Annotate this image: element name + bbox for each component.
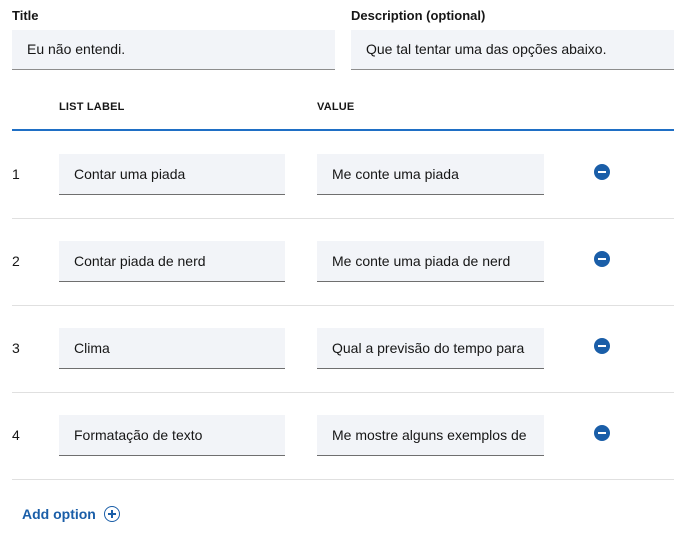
value-input[interactable]: Me conte uma piada de nerd [317,241,544,282]
row-number: 2 [12,253,20,269]
table-row: 4 Formatação de texto Me mostre alguns e… [12,392,674,480]
list-label-input[interactable]: Contar piada de nerd [59,241,285,282]
value-column-header: VALUE [317,101,355,113]
value-input[interactable]: Qual a previsão do tempo para [317,328,544,369]
description-field-label: Description (optional) [351,8,486,23]
remove-row-icon[interactable] [594,338,610,354]
list-label-input[interactable]: Contar uma piada [59,154,285,195]
list-label-input[interactable]: Clima [59,328,285,369]
value-input[interactable]: Me mostre alguns exemplos de [317,415,544,456]
title-input[interactable]: Eu não entendi. [12,30,335,70]
remove-row-icon[interactable] [594,251,610,267]
remove-row-icon[interactable] [594,425,610,441]
add-option-button[interactable]: Add option [22,506,120,522]
title-field-label: Title [12,8,39,23]
plus-circle-icon [103,506,120,522]
row-number: 1 [12,166,20,182]
table-row: 3 Clima Qual a previsão do tempo para [12,305,674,393]
list-label-column-header: LIST LABEL [59,101,125,113]
add-option-label: Add option [22,506,96,522]
remove-row-icon[interactable] [594,164,610,180]
row-number: 3 [12,340,20,356]
list-label-input[interactable]: Formatação de texto [59,415,285,456]
description-input[interactable]: Que tal tentar uma das opções abaixo. [351,30,674,70]
table-row: 1 Contar uma piada Me conte uma piada [12,131,674,219]
table-row: 2 Contar piada de nerd Me conte uma piad… [12,218,674,306]
value-input[interactable]: Me conte uma piada [317,154,544,195]
row-number: 4 [12,427,20,443]
